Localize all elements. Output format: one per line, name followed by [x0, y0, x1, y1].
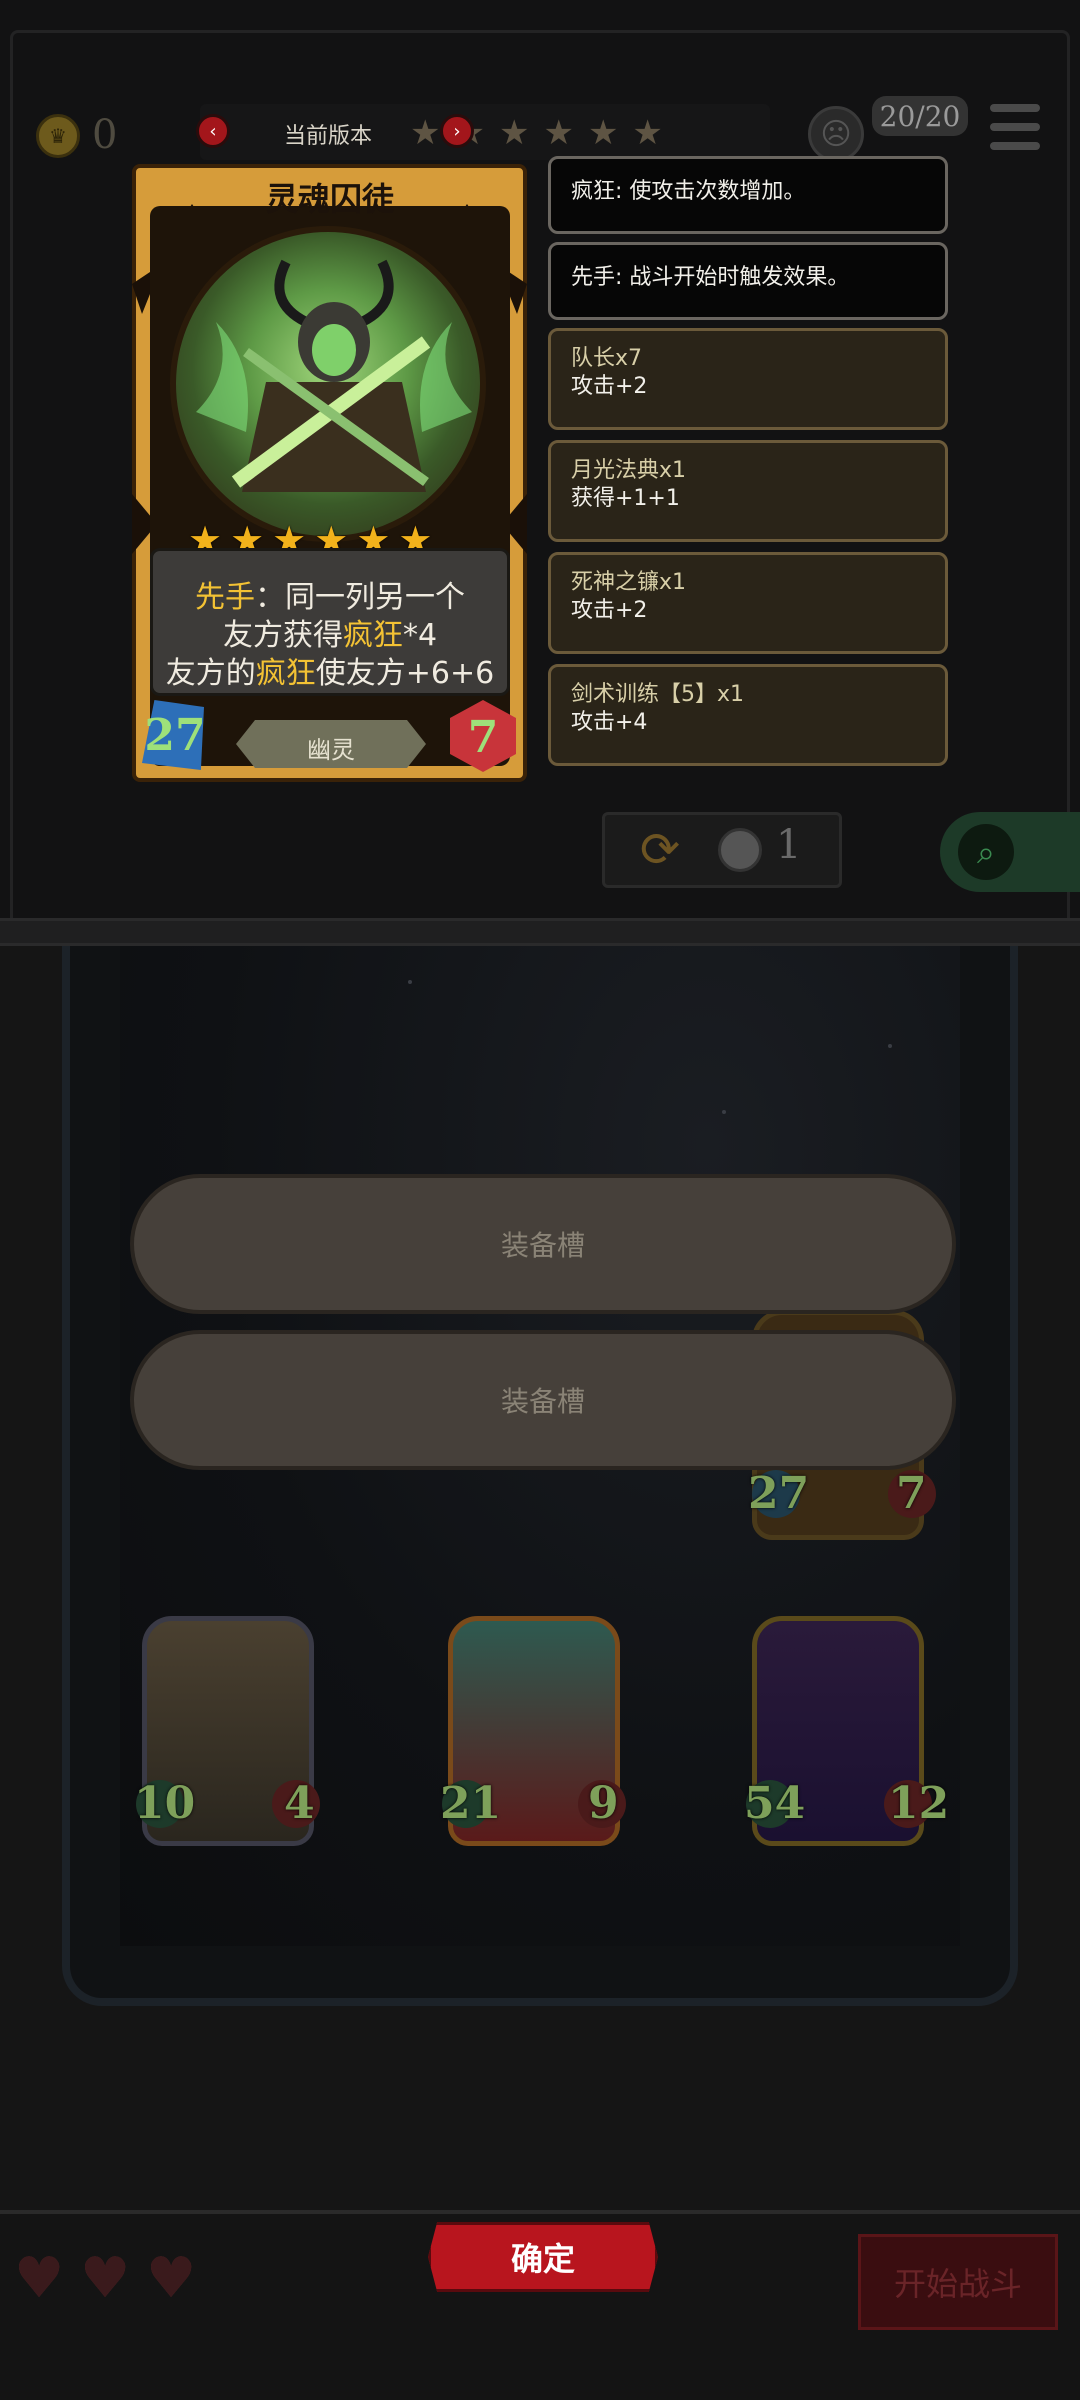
equipment-name: 死神之镰x1: [571, 570, 687, 595]
card-type: 幽灵: [307, 736, 355, 764]
version-label: 当前版本: [284, 124, 373, 149]
equipment-item: 剑术训练【5】x1 攻击+4: [548, 664, 948, 766]
equipment-name: 月光法典x1: [571, 458, 687, 483]
star-icon: ★: [543, 113, 574, 153]
star-icon: ★: [410, 113, 441, 153]
unit-attack: 27: [748, 1468, 810, 1519]
token-coin-icon: [718, 828, 762, 872]
player-avatar-icon[interactable]: ☹: [808, 106, 864, 162]
unit-attack: 54: [744, 1778, 806, 1829]
refresh-token-count: 1: [776, 822, 802, 868]
life-heart-icon: ♥: [14, 2246, 65, 2311]
unit-attack: 21: [440, 1778, 502, 1829]
equipment-slot[interactable]: 装备槽: [130, 1174, 956, 1314]
star-icon: ★: [632, 113, 663, 153]
equipment-slot[interactable]: 装备槽: [130, 1330, 956, 1470]
previous-version-button[interactable]: ‹: [196, 114, 230, 148]
section-divider: [0, 918, 1080, 946]
life-heart-icon: ♥: [80, 2246, 131, 2311]
star-dot: [408, 980, 412, 984]
equipment-item: 死神之镰x1 攻击+2: [548, 552, 948, 654]
crown-coin-icon: ♛: [36, 114, 80, 158]
hand-count-badge: 20/20: [872, 96, 968, 136]
equipment-name: 队长x7: [571, 346, 643, 371]
refresh-icon[interactable]: ⟳: [630, 820, 690, 880]
card-health: 7: [467, 712, 499, 763]
card-portrait: [170, 226, 486, 542]
equipment-effect: 攻击+4: [571, 710, 648, 735]
next-version-button[interactable]: ›: [440, 114, 474, 148]
equipment-effect: 攻击+2: [571, 374, 648, 399]
card-attack: 27: [144, 710, 206, 761]
soul-prisoner-art: [196, 259, 472, 492]
star-icon: ★: [587, 113, 619, 153]
keyword-tooltip-first-strike: 先手: 战斗开始时触发效果。: [548, 242, 948, 320]
equipment-effect: 获得+1+1: [571, 486, 680, 511]
keyword-tooltip-frenzy: 疯狂: 使攻击次数增加。: [548, 156, 948, 234]
unit-health: 7: [896, 1468, 927, 1519]
star-dot: [722, 1110, 726, 1114]
equipment-name: 剑术训练【5】x1: [571, 682, 745, 707]
unit-health: 12: [888, 1778, 950, 1829]
star-dot: [888, 1044, 892, 1048]
life-heart-icon: ♥: [146, 2246, 197, 2311]
start-battle-button[interactable]: 开始战斗: [858, 2234, 1058, 2330]
star-icon: ★: [498, 113, 530, 153]
equipment-effect: 攻击+2: [571, 598, 648, 623]
unit-attack: 10: [134, 1778, 196, 1829]
coin-count: 0: [92, 112, 118, 158]
confirm-button[interactable]: 确定: [428, 2222, 658, 2292]
unit-health: 4: [284, 1778, 315, 1829]
card-name: 灵魂囚徒: [265, 180, 394, 218]
equipment-item: 队长x7 攻击+2: [548, 328, 948, 430]
menu-icon[interactable]: [990, 104, 1040, 150]
unit-health: 9: [588, 1778, 619, 1829]
ability-line-3: 友方的疯狂使友方+6+6: [165, 656, 495, 691]
search-icon[interactable]: ⌕: [958, 824, 1014, 880]
equipment-item: 月光法典x1 获得+1+1: [548, 440, 948, 542]
